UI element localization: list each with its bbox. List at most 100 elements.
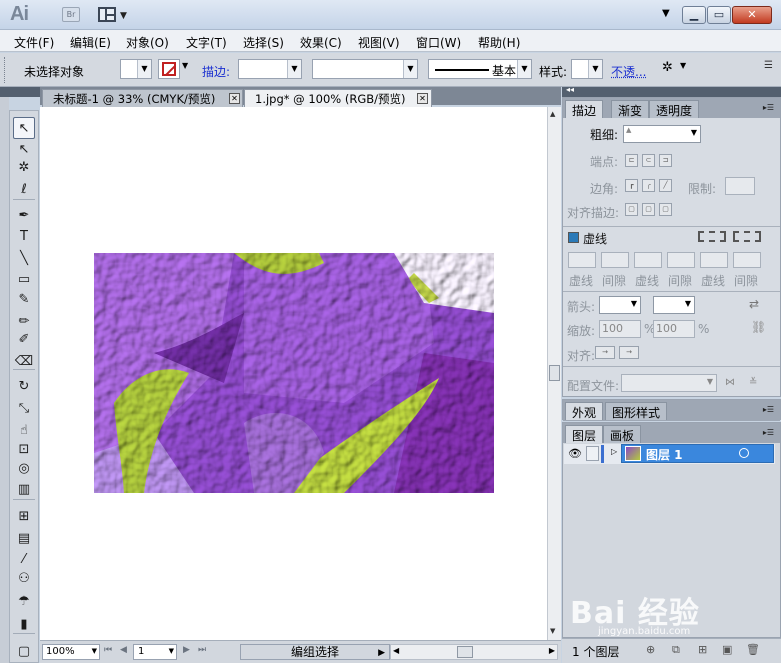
symbol-sprayer-tool[interactable]: ☂	[13, 591, 35, 613]
zoom-dropdown[interactable]: 100% ▼	[42, 644, 100, 660]
menu-window[interactable]: 窗口(W)	[416, 34, 461, 51]
tab-1-jpg[interactable]: 1.jpg* @ 100% (RGB/预览) ✕	[244, 89, 432, 107]
flip-across-icon[interactable]: ⋈	[725, 377, 735, 388]
align-dash-icon[interactable]	[733, 231, 761, 242]
scroll-thumb[interactable]	[549, 365, 560, 381]
arrange-documents-button[interactable]: ▼	[98, 6, 130, 24]
rectangle-tool[interactable]: ▭	[13, 269, 35, 291]
gap-2-input[interactable]	[667, 252, 695, 268]
close-icon[interactable]: ✕	[417, 93, 428, 104]
scroll-right-icon[interactable]: ▶	[549, 646, 555, 655]
visibility-eye-icon[interactable]: 👁	[568, 447, 582, 460]
vertical-scrollbar[interactable]: ▲ ▼	[547, 107, 561, 640]
scroll-up-icon[interactable]: ▲	[550, 110, 555, 118]
width-profile-dropdown[interactable]: ▼	[621, 374, 717, 392]
new-layer-icon[interactable]: ▣	[722, 643, 732, 656]
tab-layers[interactable]: 图层	[565, 425, 604, 443]
end-arrowhead-dropdown[interactable]: ▼	[653, 296, 695, 314]
align-center-icon[interactable]: ▢	[625, 203, 638, 216]
scroll-thumb[interactable]	[457, 646, 473, 658]
gap-1-input[interactable]	[601, 252, 629, 268]
selection-tool[interactable]: ↖	[13, 117, 35, 139]
align-outside-icon[interactable]: ▢	[659, 203, 672, 216]
start-scale-input[interactable]: 100	[599, 320, 641, 338]
status-info-button[interactable]: 编组选择 ▶	[240, 644, 390, 660]
artboard-tool[interactable]: ▢	[13, 641, 35, 663]
artboard-number-dropdown[interactable]: 1 ▼	[133, 644, 177, 660]
graph-tool[interactable]: ▥	[13, 479, 35, 501]
lock-toggle[interactable]	[586, 446, 599, 461]
first-artboard-icon[interactable]: ⏮	[104, 645, 112, 655]
blob-brush-tool[interactable]: ✐	[13, 329, 35, 351]
tab-stroke[interactable]: 描边	[565, 100, 604, 118]
next-artboard-icon[interactable]: ▶	[183, 645, 190, 655]
paintbrush-tool[interactable]: ✎	[13, 289, 35, 311]
arrow-extend-icon[interactable]: →	[595, 346, 615, 359]
horizontal-scrollbar[interactable]: ◀ ▶	[390, 644, 558, 660]
panel-menu-icon[interactable]: ▸☰	[763, 103, 774, 112]
brush-profile-dropdown[interactable]: 基本 ▼	[428, 59, 532, 79]
dash-2-input[interactable]	[634, 252, 662, 268]
workspace-switcher-chevron-icon[interactable]: ▼	[662, 8, 670, 19]
scale-tool[interactable]: ⤡	[13, 398, 35, 420]
gap-3-input[interactable]	[733, 252, 761, 268]
recolor-button[interactable]: ✲ ▼	[660, 59, 690, 79]
round-join-icon[interactable]: ╭	[642, 179, 655, 192]
tab-untitled-1[interactable]: 未标题-1 @ 33% (CMYK/预览) ✕	[42, 89, 243, 107]
butt-cap-icon[interactable]: ⊏	[625, 154, 638, 167]
tab-transparency[interactable]: 透明度	[649, 100, 700, 118]
menu-view[interactable]: 视图(V)	[358, 34, 400, 51]
embossed-flower-image[interactable]	[94, 253, 494, 493]
lasso-tool[interactable]: ℓ	[13, 179, 35, 201]
locate-object-icon[interactable]: ⊕	[646, 643, 655, 656]
scroll-left-icon[interactable]: ◀	[393, 646, 399, 655]
align-inside-icon[interactable]: ▢	[642, 203, 655, 216]
rotate-tool[interactable]: ↻	[13, 376, 35, 398]
tab-gradient[interactable]: 渐变	[611, 100, 650, 118]
panel-menu-icon[interactable]: ▸☰	[763, 405, 774, 414]
end-scale-input[interactable]: 100	[653, 320, 695, 338]
fill-color-dropdown[interactable]: ▼	[120, 59, 152, 79]
tab-graphic-styles[interactable]: 图形样式	[605, 402, 668, 420]
limit-input[interactable]	[725, 177, 755, 195]
stroke-color-swatch[interactable]: ▼	[158, 59, 188, 79]
miter-join-icon[interactable]: ┏	[625, 179, 638, 192]
close-button[interactable]: ✕	[732, 6, 772, 24]
new-sublayer-icon[interactable]: ⊞	[698, 643, 707, 656]
gradient-tool[interactable]: ▤	[13, 528, 35, 550]
menu-effect[interactable]: 效果(C)	[300, 34, 342, 51]
graphic-style-dropdown[interactable]: ▼	[571, 59, 603, 79]
swap-arrowheads-icon[interactable]: ⇄	[749, 297, 759, 311]
previous-artboard-icon[interactable]: ◀	[120, 645, 127, 655]
blend-tool[interactable]: ⚇	[13, 568, 35, 590]
tools-panel-header[interactable]	[0, 87, 40, 97]
opacity-link[interactable]: 不透...	[611, 63, 646, 80]
menu-type[interactable]: 文字(T)	[186, 34, 227, 51]
panel-menu-icon[interactable]: ▸☰	[763, 428, 774, 437]
dashed-line-checkbox[interactable]	[568, 232, 579, 243]
menu-help[interactable]: 帮助(H)	[478, 34, 520, 51]
menu-file[interactable]: 文件(F)	[14, 34, 54, 51]
tab-appearance[interactable]: 外观	[565, 402, 604, 420]
panel-dock-header[interactable]: ◂◂	[562, 85, 781, 97]
delete-layer-icon[interactable]: 🗑	[746, 643, 760, 656]
tab-artboards[interactable]: 画板	[603, 425, 642, 443]
projecting-cap-icon[interactable]: ⊐	[659, 154, 672, 167]
maximize-button[interactable]: ▭	[707, 6, 731, 24]
preserve-dash-icon[interactable]	[698, 231, 726, 242]
link-scale-icon[interactable]: ⛓	[751, 320, 766, 334]
start-arrowhead-dropdown[interactable]: ▼	[599, 296, 641, 314]
flip-along-icon[interactable]: ≚	[749, 377, 757, 388]
magic-wand-tool[interactable]: ✲	[13, 157, 35, 179]
mesh-tool[interactable]: ⊞	[13, 506, 35, 528]
last-artboard-icon[interactable]: ⏭	[198, 645, 206, 655]
control-bar-menu-icon[interactable]: ☰	[764, 60, 773, 71]
minimize-button[interactable]: ▁	[682, 6, 706, 24]
layer-selected-highlight[interactable]	[621, 444, 774, 463]
line-tool[interactable]: ╲	[13, 248, 35, 270]
expand-arrow-icon[interactable]: ▷	[611, 447, 617, 456]
make-clipping-mask-icon[interactable]: ⧉	[672, 643, 680, 657]
target-icon[interactable]	[739, 448, 749, 458]
stepper-icon[interactable]: ▲	[626, 126, 631, 134]
pen-tool[interactable]: ✒	[13, 205, 35, 227]
